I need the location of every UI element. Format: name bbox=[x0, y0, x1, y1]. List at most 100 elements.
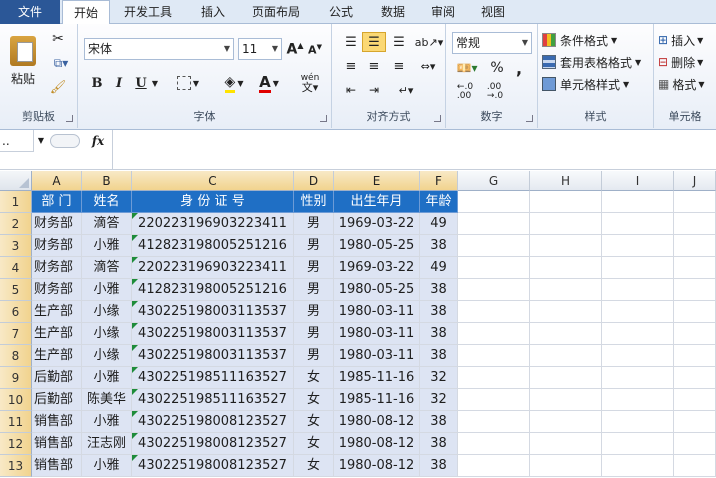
column-header-c[interactable]: C bbox=[132, 171, 294, 191]
percent-button[interactable]: % bbox=[488, 58, 506, 78]
tab-view[interactable]: 视图 bbox=[474, 0, 512, 24]
formula-input[interactable] bbox=[112, 130, 716, 170]
align-bottom-button[interactable]: ☰ bbox=[388, 32, 410, 52]
cell-birth-date[interactable]: 1985-11-16 bbox=[334, 367, 420, 389]
number-format-select[interactable]: 常规 ▼ bbox=[452, 32, 532, 54]
cell-department[interactable]: 后勤部 bbox=[32, 389, 82, 411]
align-center-button[interactable]: ≡ bbox=[362, 56, 386, 76]
comma-button[interactable]: , bbox=[510, 58, 528, 78]
header-cell-department[interactable]: 部 门 bbox=[32, 191, 82, 213]
font-name-select[interactable]: 宋体 ▼ bbox=[84, 38, 234, 60]
empty-cell[interactable] bbox=[530, 389, 602, 411]
cell-department[interactable]: 销售部 bbox=[32, 455, 82, 477]
empty-cell[interactable] bbox=[458, 257, 530, 279]
empty-cell[interactable] bbox=[674, 411, 716, 433]
tab-developer[interactable]: 开发工具 bbox=[114, 0, 182, 24]
empty-cell[interactable] bbox=[602, 433, 674, 455]
row-header-9[interactable]: 9 bbox=[0, 367, 32, 389]
cell-age[interactable]: 38 bbox=[420, 301, 458, 323]
cell-birth-date[interactable]: 1980-03-11 bbox=[334, 301, 420, 323]
empty-cell[interactable] bbox=[530, 455, 602, 477]
cell-birth-date[interactable]: 1980-08-12 bbox=[334, 411, 420, 433]
header-cell-name[interactable]: 姓名 bbox=[82, 191, 132, 213]
insert-function-button[interactable]: fx bbox=[84, 130, 112, 152]
empty-cell[interactable] bbox=[602, 389, 674, 411]
empty-cell[interactable] bbox=[674, 367, 716, 389]
cell-gender[interactable]: 男 bbox=[294, 213, 334, 235]
empty-cell[interactable] bbox=[458, 323, 530, 345]
cell-id-number[interactable]: 430225198008123527 bbox=[132, 455, 294, 477]
cell-department[interactable]: 后勤部 bbox=[32, 367, 82, 389]
empty-cell[interactable] bbox=[674, 301, 716, 323]
cell-name[interactable]: 小雅 bbox=[82, 235, 132, 257]
header-cell-birth-date[interactable]: 出生年月 bbox=[334, 191, 420, 213]
cell-department[interactable]: 生产部 bbox=[32, 345, 82, 367]
cell-id-number[interactable]: 430225198008123527 bbox=[132, 433, 294, 455]
fill-color-button[interactable]: ◈ ▼ bbox=[218, 72, 250, 94]
cell-age[interactable]: 49 bbox=[420, 213, 458, 235]
accounting-format-button[interactable]: 💴▾ bbox=[452, 58, 482, 78]
cell-age[interactable]: 49 bbox=[420, 257, 458, 279]
row-header-7[interactable]: 7 bbox=[0, 323, 32, 345]
empty-cell[interactable] bbox=[458, 279, 530, 301]
empty-cell[interactable] bbox=[458, 191, 530, 213]
column-header-j[interactable]: J bbox=[674, 171, 716, 191]
worksheet-grid[interactable]: ABCDEFGHIJ 1 2 3 4 5 6 7 8 9 10 11 12 13 部 门姓名身 份 证 … bbox=[0, 171, 716, 478]
increase-indent-button[interactable]: ⇥ bbox=[362, 80, 386, 100]
empty-cell[interactable] bbox=[674, 235, 716, 257]
empty-cell[interactable] bbox=[530, 367, 602, 389]
name-box-dropdown[interactable]: ▼ bbox=[34, 132, 48, 150]
cell-gender[interactable]: 男 bbox=[294, 235, 334, 257]
empty-cell[interactable] bbox=[458, 213, 530, 235]
row-header-1[interactable]: 1 bbox=[0, 191, 32, 213]
align-top-button[interactable]: ☰ bbox=[340, 32, 362, 52]
header-cell-age[interactable]: 年龄 bbox=[420, 191, 458, 213]
format-cells-button[interactable]: ▦ 格式 ▼ bbox=[658, 74, 716, 94]
cell-birth-date[interactable]: 1980-08-12 bbox=[334, 433, 420, 455]
font-color-button[interactable]: A ▼ bbox=[254, 72, 284, 94]
cell-id-number[interactable]: 430225198511163527 bbox=[132, 389, 294, 411]
empty-cell[interactable] bbox=[602, 257, 674, 279]
empty-cell[interactable] bbox=[458, 367, 530, 389]
cell-department[interactable]: 财务部 bbox=[32, 257, 82, 279]
cell-age[interactable]: 38 bbox=[420, 323, 458, 345]
grow-font-button[interactable]: A▲ bbox=[286, 39, 304, 59]
cell-department[interactable]: 生产部 bbox=[32, 323, 82, 345]
empty-cell[interactable] bbox=[602, 345, 674, 367]
cell-id-number[interactable]: 430225198003113537 bbox=[132, 301, 294, 323]
empty-cell[interactable] bbox=[602, 235, 674, 257]
increase-decimal-button[interactable]: ←.0.00 bbox=[452, 82, 478, 102]
column-header-g[interactable]: G bbox=[458, 171, 530, 191]
cell-birth-date[interactable]: 1969-03-22 bbox=[334, 213, 420, 235]
tab-insert[interactable]: 插入 bbox=[192, 0, 234, 24]
cell-age[interactable]: 38 bbox=[420, 455, 458, 477]
cell-age[interactable]: 38 bbox=[420, 411, 458, 433]
cell-name[interactable]: 小雅 bbox=[82, 367, 132, 389]
header-cell-id-number[interactable]: 身 份 证 号 bbox=[132, 191, 294, 213]
column-header-b[interactable]: B bbox=[82, 171, 132, 191]
orientation-button[interactable]: ab↗▾ bbox=[415, 32, 443, 52]
conditional-formatting-button[interactable]: 条件格式 ▼ bbox=[542, 30, 650, 50]
column-header-h[interactable]: H bbox=[530, 171, 602, 191]
empty-cell[interactable] bbox=[530, 301, 602, 323]
empty-cell[interactable] bbox=[674, 279, 716, 301]
font-size-select[interactable]: 11 ▼ bbox=[238, 38, 282, 60]
cell-department[interactable]: 销售部 bbox=[32, 411, 82, 433]
empty-cell[interactable] bbox=[458, 345, 530, 367]
row-header-11[interactable]: 11 bbox=[0, 411, 32, 433]
phonetic-button[interactable]: wén 文▾ bbox=[294, 70, 326, 96]
row-header-6[interactable]: 6 bbox=[0, 301, 32, 323]
cell-birth-date[interactable]: 1980-03-11 bbox=[334, 323, 420, 345]
empty-cell[interactable] bbox=[530, 345, 602, 367]
border-button[interactable]: ▼ bbox=[174, 72, 202, 94]
empty-cell[interactable] bbox=[530, 411, 602, 433]
cell-gender[interactable]: 男 bbox=[294, 301, 334, 323]
name-box[interactable]: .. bbox=[0, 130, 34, 152]
dialog-launcher-icon[interactable] bbox=[526, 115, 533, 122]
empty-cell[interactable] bbox=[674, 323, 716, 345]
empty-cell[interactable] bbox=[602, 279, 674, 301]
cell-gender[interactable]: 女 bbox=[294, 367, 334, 389]
cell-department[interactable]: 生产部 bbox=[32, 301, 82, 323]
empty-cell[interactable] bbox=[458, 433, 530, 455]
cell-age[interactable]: 32 bbox=[420, 367, 458, 389]
